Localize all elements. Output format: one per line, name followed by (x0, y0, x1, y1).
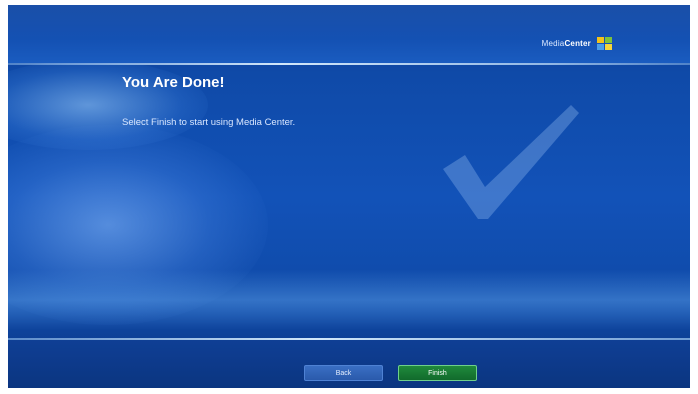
header-bar: MediaCenter (8, 5, 690, 63)
page-message: Select Finish to start using Media Cente… (122, 117, 296, 128)
media-center-window: MediaCenter (8, 5, 690, 388)
windows-flag-icon (597, 37, 612, 50)
back-button[interactable]: Back (304, 365, 383, 381)
media-center-brand: MediaCenter (542, 37, 612, 50)
page-title: You Are Done! (122, 74, 225, 91)
checkmark-icon (443, 105, 579, 219)
brand-wordmark: MediaCenter (541, 39, 591, 48)
finish-button[interactable]: Finish (398, 365, 477, 381)
header-divider (8, 63, 690, 65)
background-streak (8, 270, 690, 330)
